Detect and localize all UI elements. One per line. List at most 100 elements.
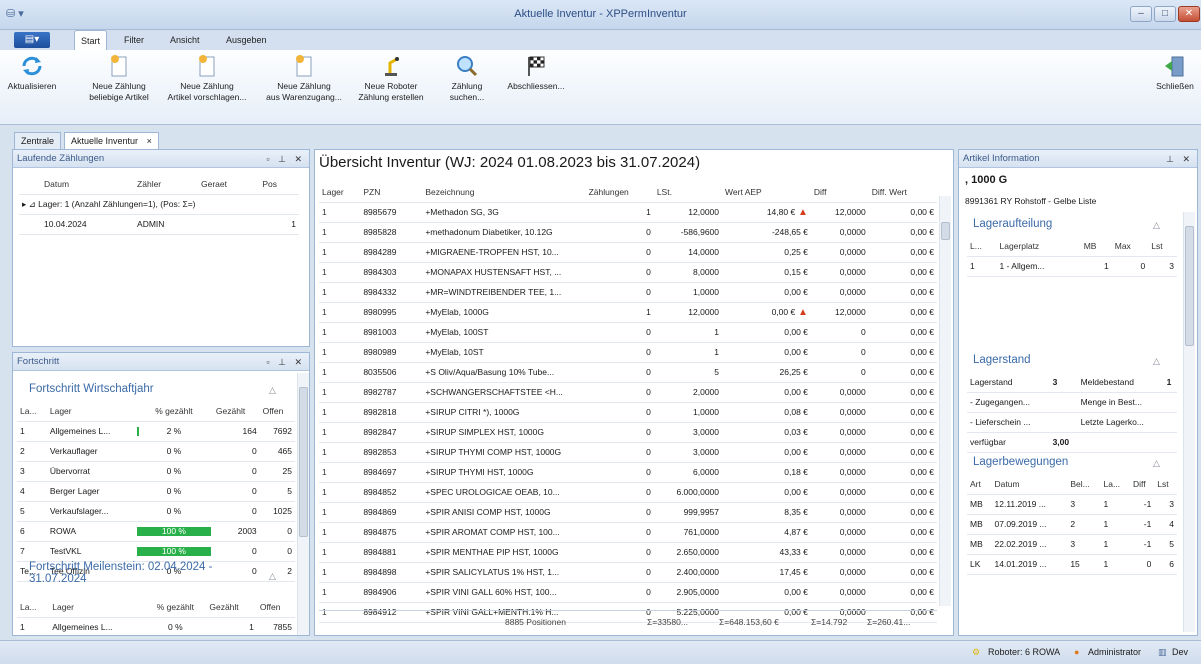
scrollbar-thumb[interactable] [1185,226,1194,346]
new-count-incoming-button[interactable]: Neue Zählung aus Warenzugang... [258,54,350,103]
scrollbar-thumb[interactable] [941,222,950,240]
table-scrollbar[interactable] [939,196,951,606]
table-row[interactable]: 1 8984881 +SPIR MENTHAE PIP HST, 1000G 0 2.6… [319,542,937,563]
col-datum[interactable]: Datum [41,174,135,195]
col-lager[interactable]: Lager [46,401,135,422]
collapse-icon[interactable]: △ [1153,356,1160,367]
progress-scrollbar[interactable] [297,373,309,635]
col-bel[interactable]: Bel... [1067,474,1101,495]
new-robot-count-button[interactable]: Neue Roboter Zählung erstellen [352,54,430,103]
tab-zentrale[interactable]: Zentrale [14,132,62,150]
table-row[interactable]: 1 8984289 +MIGRAENE-TROPFEN HST, 10... 0 14,… [319,242,937,263]
panel-buttons-icon[interactable]: ⊥ ✕ [1166,150,1193,168]
group-row[interactable]: ▸ ⊿ Lager: 1 (Anzahl Zählungen=1), (Pos:… [19,194,299,215]
tab-filter[interactable]: Filter [118,30,150,50]
col-zaehlungen[interactable]: Zählungen [585,182,654,203]
table-row[interactable]: MB 07.09.2019 ... 2 1 -1 4 [967,514,1177,535]
scrollbar-thumb[interactable] [299,387,308,537]
minimize-button[interactable]: – [1130,6,1152,22]
col-datum[interactable]: Datum [991,474,1068,495]
tab-ansicht[interactable]: Ansicht [164,30,206,50]
panel-buttons-icon[interactable]: ▫ ⊥ ✕ [266,353,305,371]
table-row[interactable]: 2 Verkauflager 0 % 0 465 [17,441,295,462]
table-row[interactable]: 1 Allgemeines L... 2 % 164 7692 [17,421,295,442]
col-offen[interactable]: Offen [259,401,295,422]
maximize-button[interactable]: □ [1154,6,1176,22]
col-pos[interactable]: Pos [259,174,299,195]
table-row[interactable]: 3 Übervorrat 0 % 0 25 [17,461,295,482]
panel-buttons-icon[interactable]: ▫ ⊥ ✕ [266,150,305,168]
table-row[interactable]: 1 8980995 +MyElab, 1000G 1 12,0000 0,00 € ▲ 12… [319,302,937,323]
collapse-icon[interactable]: △ [1153,220,1160,231]
col-la[interactable]: La... [1100,474,1130,495]
article-scrollbar[interactable] [1183,212,1195,632]
collapse-icon[interactable]: △ [269,571,276,582]
collapse-icon[interactable]: △ [269,385,276,396]
table-row[interactable]: 5 Verkaufslager... 0 % 0 1025 [17,501,295,522]
col-la[interactable]: La... [17,597,50,618]
col-lst[interactable]: LSt. [653,182,723,203]
table-row[interactable]: 10.04.2024 ADMIN 1 [19,214,299,235]
table-row[interactable]: 1 Allgemeines L... 0 % 1 7855 [17,617,295,638]
col-la[interactable]: La... [17,401,47,422]
table-row[interactable]: MB 12.11.2019 ... 3 1 -1 3 [967,494,1177,515]
col-offen[interactable]: Offen [256,597,295,618]
table-row[interactable]: 1 8985828 +methadonum Diabetiker, 10.12G 0-… [319,222,937,243]
col-bezeichnung[interactable]: Bezeichnung [422,182,586,203]
table-row[interactable]: 1 8981003 +MyElab, 100ST 0 1 0,00 €0 0,00 € [319,322,937,343]
col-diff[interactable]: Diff [810,182,869,203]
col-pzn[interactable]: PZN [360,182,423,203]
table-row[interactable]: 1 8982853 +SIRUP THYMI COMP HST, 1000G 0 3,0… [319,442,937,463]
col-diff-wert[interactable]: Diff. Wert [868,182,937,203]
table-row[interactable]: 4 Berger Lager 0 % 0 5 [17,481,295,502]
close-app-button[interactable]: Schließen [1152,54,1198,92]
table-row[interactable]: 6 ROWA 100 % 2003 0 [17,521,295,542]
table-row[interactable]: 1 8984869 +SPIR ANISI COMP HST, 1000G 0 999,… [319,502,937,523]
table-row[interactable]: 1 8982787 +SCHWANGERSCHAFTSTEE <H... 0 2,000… [319,382,937,403]
refresh-button[interactable]: Aktualisieren [4,54,60,92]
col-lst[interactable]: Lst [1154,474,1177,495]
file-menu-button[interactable]: ▤▾ [14,32,50,48]
table-row[interactable]: 1 8984332 +MR=WINDTREIBENDER TEE, 1... 0 1,0… [319,282,937,303]
table-row[interactable]: 1 8984303 +MONAPAX HUSTENSAFT HST, ... 0 8,0… [319,262,937,283]
col-gezaehlt[interactable]: Gezählt [206,597,257,618]
col-lager[interactable]: Lager [319,182,361,203]
col-geraet[interactable]: Geraet [198,174,260,195]
table-row[interactable]: 7 TestVKL 100 % 0 0 [17,541,295,562]
close-window-button[interactable]: ✕ [1178,6,1200,22]
table-row[interactable]: 1 8984906 +SPIR VINI GALL 60% HST, 100... 0… [319,582,937,603]
col-art[interactable]: Art [967,474,992,495]
new-count-suggest-button[interactable]: Neue Zählung Artikel vorschlagen... [160,54,254,103]
finish-button[interactable]: Abschliessen... [504,54,568,92]
close-tab-icon[interactable]: × [147,136,152,146]
table-row[interactable]: 1 8980989 +MyElab, 10ST 0 1 0,00 €0 0,00 € [319,342,937,363]
table-row[interactable]: 1 8985679 +Methadon SG, 3G 1 12,0000 14,80 € … [319,202,937,223]
col-zaehler[interactable]: Zähler [134,174,199,195]
search-count-button[interactable]: Zählung suchen... [440,54,494,103]
col-mb[interactable]: MB [1080,236,1112,257]
tab-start[interactable]: Start [74,30,108,50]
collapse-icon[interactable]: △ [1153,458,1160,469]
col-lst[interactable]: Lst [1148,236,1177,257]
col-lager[interactable]: Lager [49,597,145,618]
col-l[interactable]: L... [967,236,997,257]
col-lagerplatz[interactable]: Lagerplatz [996,236,1081,257]
tab-aktuelle-inventur[interactable]: Aktuelle Inventur × [64,132,159,150]
col-percent[interactable]: % gezählt [134,401,213,422]
col-max[interactable]: Max [1111,236,1149,257]
tab-ausgeben[interactable]: Ausgeben [220,30,273,50]
new-count-any-button[interactable]: Neue Zählung beliebige Artikel [80,54,158,103]
col-percent[interactable]: % gezählt [144,597,207,618]
col-diff[interactable]: Diff [1129,474,1155,495]
table-row[interactable]: 1 8035506 +S Oliv/Aqua/Basung 10% Tube... 0… [319,362,937,383]
col-wert-aep[interactable]: Wert AEP [722,182,811,203]
table-row[interactable]: 1 8982818 +SIRUP CITRI *), 1000G 0 1,0000 0,0… [319,402,937,423]
table-row[interactable]: 11 - Allgem... 1 0 3 [967,256,1177,277]
col-gezaehlt[interactable]: Gezählt [212,401,260,422]
table-row[interactable]: MB 22.02.2019 ... 3 1 -1 5 [967,534,1177,555]
table-row[interactable]: 1 8982847 +SIRUP SIMPLEX HST, 1000G 0 3,0000… [319,422,937,443]
table-row[interactable]: 1 8984852 +SPEC UROLOGICAE OEAB, 10... 0 6.0… [319,482,937,503]
table-row[interactable]: 1 8984898 +SPIR SALICYLATUS 1% HST, 1... 0 2… [319,562,937,583]
table-row[interactable]: 1 8984697 +SIRUP THYMI HST, 1000G 0 6,0000 0,… [319,462,937,483]
table-row[interactable]: 1 8984875 +SPIR AROMAT COMP HST, 100... 0 76… [319,522,937,543]
